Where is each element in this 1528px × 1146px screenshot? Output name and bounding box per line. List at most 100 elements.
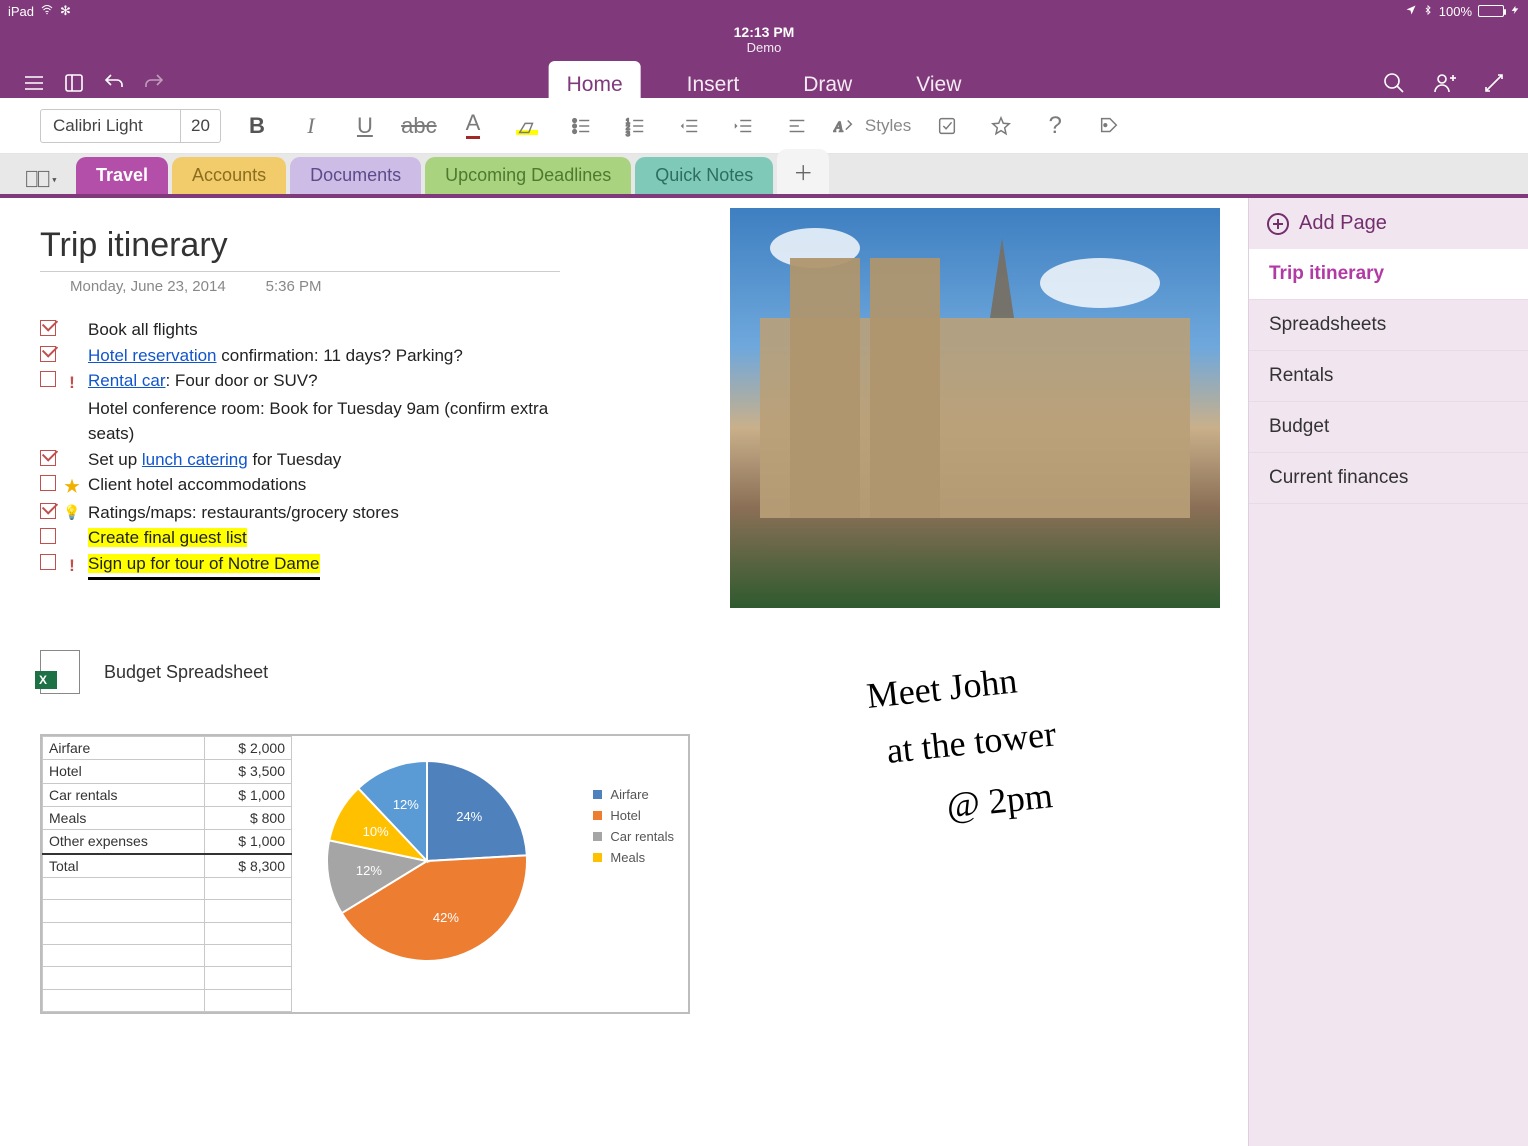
todo-text: Hotel conference room: Book for Tuesday … bbox=[88, 396, 560, 447]
link[interactable]: Hotel reservation bbox=[88, 346, 217, 365]
pie-slice-label: 10% bbox=[363, 824, 389, 839]
todo-item[interactable]: ★ Client hotel accommodations bbox=[40, 472, 560, 500]
legend-item: Airfare bbox=[593, 787, 674, 802]
font-color-button[interactable]: A bbox=[455, 108, 491, 144]
todo-text: Client hotel accommodations bbox=[88, 472, 560, 498]
link[interactable]: Rental car bbox=[88, 371, 165, 390]
svg-text:Meet John: Meet John bbox=[865, 660, 1019, 716]
page-date: Monday, June 23, 2014 bbox=[70, 278, 226, 295]
panel-toggle-icon[interactable] bbox=[54, 63, 94, 103]
bold-button[interactable]: B bbox=[239, 108, 275, 144]
section-tab-documents[interactable]: Documents bbox=[290, 157, 421, 194]
favorite-tag-button[interactable] bbox=[983, 108, 1019, 144]
pie-slice-label: 12% bbox=[356, 863, 382, 878]
todo-text: Hotel reservation confirmation: 11 days?… bbox=[88, 343, 560, 369]
todo-item[interactable]: !Rental car: Four door or SUV? bbox=[40, 368, 560, 396]
font-name[interactable]: Calibri Light bbox=[41, 110, 181, 142]
indent-button[interactable] bbox=[725, 108, 761, 144]
page-item[interactable]: Budget bbox=[1249, 402, 1528, 453]
ribbon-tab-draw[interactable]: Draw bbox=[785, 61, 870, 111]
checkbox[interactable] bbox=[40, 450, 56, 466]
todo-item[interactable]: !Sign up for tour of Notre Dame bbox=[40, 551, 560, 581]
tags-menu-button[interactable] bbox=[1091, 108, 1127, 144]
section-tab-upcoming-deadlines[interactable]: Upcoming Deadlines bbox=[425, 157, 631, 194]
todo-item[interactable]: Book all flights bbox=[40, 317, 560, 343]
section-tab-travel[interactable]: Travel bbox=[76, 157, 168, 194]
pie-chart: 24%42%12%10%12% AirfareHotelCar rentalsM… bbox=[292, 736, 688, 1012]
page-item[interactable]: Spreadsheets bbox=[1249, 300, 1528, 351]
table-row: Hotel$ 3,500 bbox=[43, 760, 292, 783]
todo-text: Sign up for tour of Notre Dame bbox=[88, 551, 560, 581]
align-button[interactable] bbox=[779, 108, 815, 144]
styles-button[interactable]: AStyles bbox=[833, 108, 911, 144]
inserted-photo[interactable] bbox=[730, 208, 1220, 608]
pie-slice-label: 42% bbox=[433, 910, 459, 925]
pie-slice-label: 24% bbox=[456, 809, 482, 824]
question-tag-button[interactable]: ? bbox=[1037, 108, 1073, 144]
page-item[interactable]: Rentals bbox=[1249, 351, 1528, 402]
strikethrough-button[interactable]: abc bbox=[401, 108, 437, 144]
todo-item[interactable]: Create final guest list bbox=[40, 525, 560, 551]
checkbox[interactable] bbox=[40, 528, 56, 544]
page-item[interactable]: Trip itinerary bbox=[1249, 249, 1528, 300]
charging-icon bbox=[1510, 3, 1520, 20]
table-row: Car rentals$ 1,000 bbox=[43, 783, 292, 806]
todo-item[interactable]: Set up lunch catering for Tuesday bbox=[40, 447, 560, 473]
todo-text: Set up lunch catering for Tuesday bbox=[88, 447, 560, 473]
ink-handwriting[interactable]: Meet John at the tower @ 2pm bbox=[858, 658, 1198, 858]
font-size[interactable]: 20 bbox=[181, 116, 220, 136]
notebook-picker[interactable]: ▾ bbox=[18, 164, 66, 194]
section-tab-quick-notes[interactable]: Quick Notes bbox=[635, 157, 773, 194]
add-page-button[interactable]: Add Page bbox=[1249, 198, 1528, 249]
todo-text: Create final guest list bbox=[88, 525, 560, 551]
font-selector[interactable]: Calibri Light 20 bbox=[40, 109, 221, 143]
battery-pct: 100% bbox=[1439, 4, 1472, 19]
plus-icon bbox=[1267, 213, 1289, 235]
todo-item[interactable]: Hotel reservation confirmation: 11 days?… bbox=[40, 343, 560, 369]
ribbon-tab-view[interactable]: View bbox=[898, 61, 979, 111]
fullscreen-icon[interactable] bbox=[1474, 63, 1514, 103]
todo-item[interactable]: Hotel conference room: Book for Tuesday … bbox=[40, 396, 560, 447]
todo-list[interactable]: Book all flightsHotel reservation confir… bbox=[40, 317, 560, 580]
underline-button[interactable]: U bbox=[347, 108, 383, 144]
checkbox[interactable] bbox=[40, 320, 56, 336]
highlight-button[interactable] bbox=[509, 108, 545, 144]
todo-tag-button[interactable] bbox=[929, 108, 965, 144]
bulleted-list-button[interactable] bbox=[563, 108, 599, 144]
ribbon-tab-home[interactable]: Home bbox=[549, 61, 641, 111]
ribbon-tab-insert[interactable]: Insert bbox=[669, 61, 758, 111]
add-section-button[interactable]: ＋ bbox=[777, 149, 829, 194]
chart-legend: AirfareHotelCar rentalsMeals bbox=[593, 781, 674, 871]
redo-icon[interactable] bbox=[134, 63, 174, 103]
outdent-button[interactable] bbox=[671, 108, 707, 144]
pie-slice-label: 12% bbox=[393, 797, 419, 812]
star-tag-icon: ★ bbox=[64, 474, 80, 500]
sections-bar: ▾ TravelAccountsDocumentsUpcoming Deadli… bbox=[0, 154, 1528, 198]
italic-button[interactable]: I bbox=[293, 108, 329, 144]
table-total-row: Total$ 8,300 bbox=[43, 854, 292, 878]
embedded-spreadsheet[interactable]: Airfare$ 2,000Hotel$ 3,500Car rentals$ 1… bbox=[40, 734, 690, 1014]
todo-text: Rental car: Four door or SUV? bbox=[88, 368, 560, 394]
todo-item[interactable]: 💡Ratings/maps: restaurants/grocery store… bbox=[40, 500, 560, 526]
checkbox[interactable] bbox=[40, 475, 56, 491]
page-item[interactable]: Current finances bbox=[1249, 453, 1528, 504]
svg-text:at the tower: at the tower bbox=[885, 713, 1058, 771]
checkbox[interactable] bbox=[40, 554, 56, 570]
status-bar: iPad ✻ 100% bbox=[0, 0, 1528, 22]
svg-text:@ 2pm: @ 2pm bbox=[945, 775, 1055, 826]
note-canvas[interactable]: Trip itinerary Monday, June 23, 2014 5:3… bbox=[0, 198, 1248, 1146]
checkbox[interactable] bbox=[40, 346, 56, 362]
search-icon[interactable] bbox=[1374, 63, 1414, 103]
share-user-icon[interactable] bbox=[1424, 63, 1464, 103]
idea-tag-icon: 💡 bbox=[64, 502, 80, 523]
checkbox[interactable] bbox=[40, 503, 56, 519]
app-header: 12:13 PM Demo HomeInsertDrawView bbox=[0, 22, 1528, 98]
legend-item: Hotel bbox=[593, 808, 674, 823]
section-tab-accounts[interactable]: Accounts bbox=[172, 157, 286, 194]
undo-icon[interactable] bbox=[94, 63, 134, 103]
link[interactable]: lunch catering bbox=[142, 450, 248, 469]
numbered-list-button[interactable]: 123 bbox=[617, 108, 653, 144]
checkbox[interactable] bbox=[40, 371, 56, 387]
budget-table: Airfare$ 2,000Hotel$ 3,500Car rentals$ 1… bbox=[42, 736, 292, 1012]
menu-icon[interactable] bbox=[14, 63, 54, 103]
